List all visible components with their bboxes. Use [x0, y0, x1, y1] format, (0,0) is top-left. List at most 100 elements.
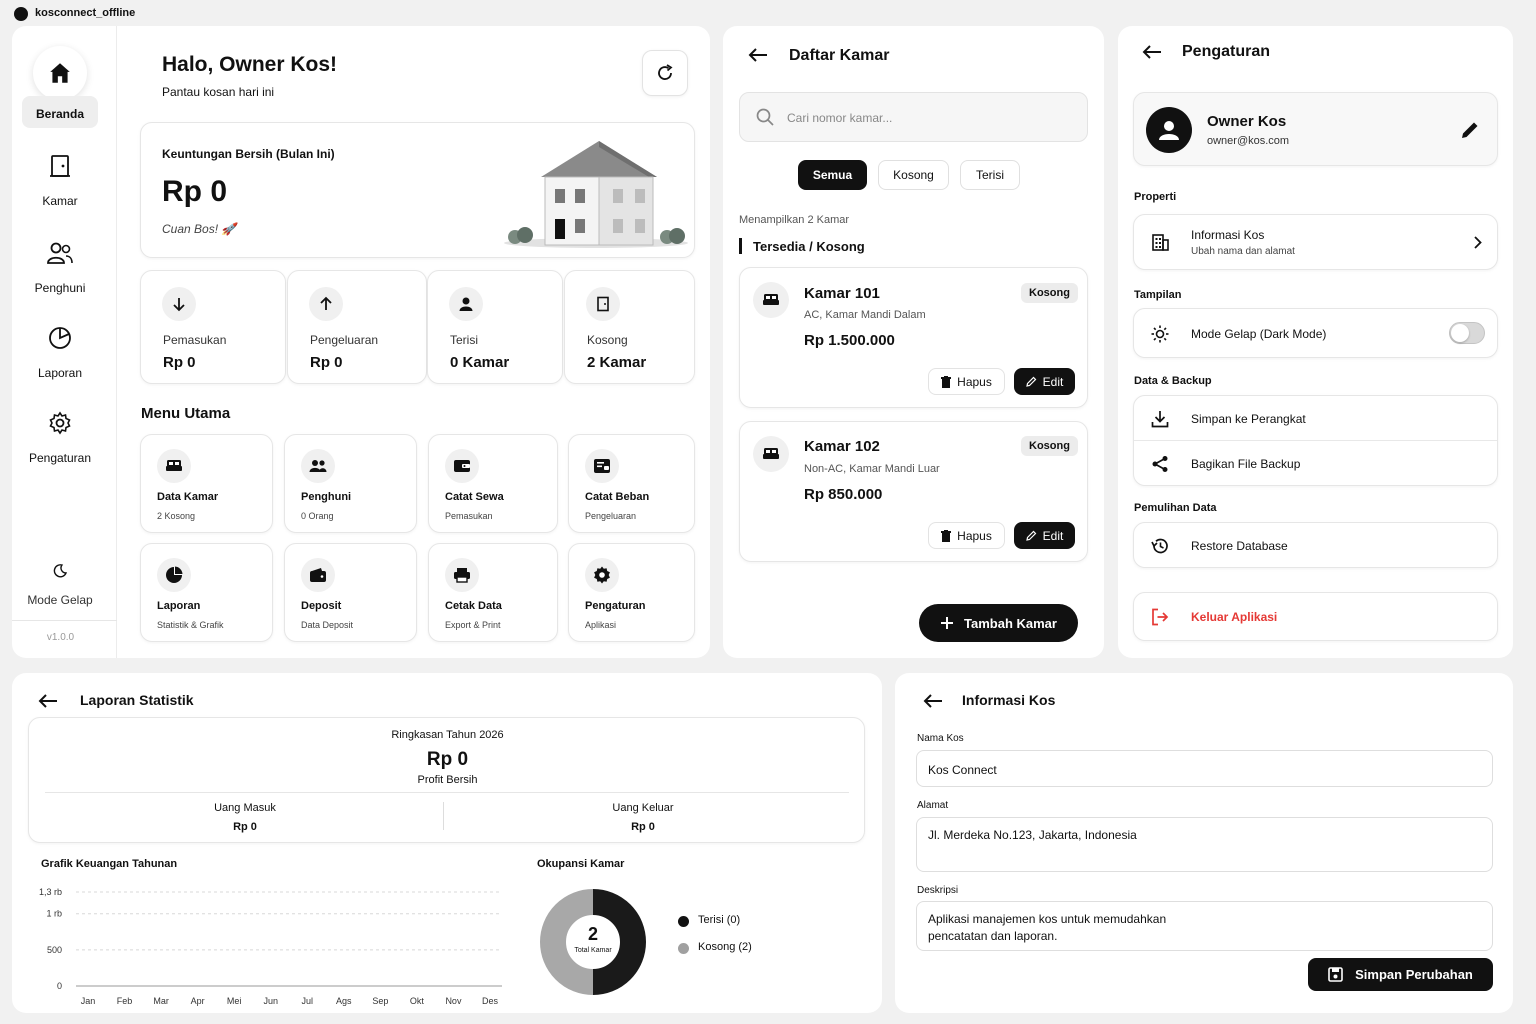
name-field[interactable]: Kos Connect: [916, 750, 1493, 787]
sidebar-item-laporan[interactable]: Laporan: [22, 326, 98, 382]
door-icon: [595, 296, 611, 312]
users-icon: [46, 241, 74, 265]
room-search-input[interactable]: Cari nomor kamar...: [739, 92, 1088, 142]
filter-terisi[interactable]: Terisi: [960, 160, 1020, 190]
menu-item-sub: Pengeluaran: [585, 511, 637, 521]
stat-label: Pengeluaran: [310, 333, 379, 347]
menu-catat-sewa[interactable]: Catat Sewa Pemasukan: [428, 434, 558, 533]
sidebar-item-pengaturan[interactable]: Pengaturan: [22, 411, 98, 467]
donut-center-value: 2: [587, 924, 598, 944]
sidebar-item-penghuni[interactable]: Penghuni: [22, 241, 98, 297]
pencil-icon: [1025, 530, 1037, 541]
money-in-value: Rp 0: [233, 821, 257, 833]
rooms-title: Daftar Kamar: [789, 47, 890, 64]
restore-item[interactable]: Restore Database: [1133, 522, 1498, 568]
menu-item-sub: Export & Print: [445, 620, 501, 630]
logout-item[interactable]: Keluar Aplikasi: [1133, 592, 1498, 641]
sidebar-item-label: Beranda: [35, 107, 85, 121]
x-tick-label: Jan: [81, 996, 96, 1006]
logout-icon: [1151, 608, 1169, 626]
back-arrow-icon[interactable]: [923, 693, 943, 709]
back-arrow-icon[interactable]: [1142, 44, 1162, 60]
menu-item-sub: Statistik & Grafik: [157, 620, 224, 630]
settings-panel: Pengaturan Owner Kos owner@kos.com Prope…: [1118, 26, 1513, 658]
delete-button[interactable]: Hapus: [928, 522, 1005, 549]
info-kos-sub: Ubah nama dan alamat: [1191, 246, 1295, 257]
person-icon: [458, 296, 474, 312]
menu-cetak-data[interactable]: Cetak Data Export & Print: [428, 543, 558, 642]
stat-label: Kosong: [587, 333, 628, 347]
stat-card-kosong: Kosong 2 Kamar: [564, 270, 695, 384]
edit-profile-icon[interactable]: [1460, 120, 1480, 140]
dark-mode-toggle[interactable]: Mode Gelap: [22, 564, 98, 608]
profit-label: Keuntungan Bersih (Bulan Ini): [162, 147, 335, 161]
back-arrow-icon[interactable]: [748, 47, 768, 63]
x-tick-label: Ags: [336, 996, 352, 1006]
add-room-button[interactable]: Tambah Kamar: [919, 604, 1078, 642]
back-arrow-icon[interactable]: [38, 693, 58, 709]
gear-icon: [593, 566, 611, 584]
delete-button[interactable]: Hapus: [928, 368, 1005, 395]
sidebar-item-beranda[interactable]: Beranda: [22, 46, 98, 128]
profile-name: Owner Kos: [1207, 113, 1287, 130]
edit-button[interactable]: Edit: [1014, 522, 1075, 549]
summary-card: Ringkasan Tahun 2026 Rp 0 Profit Bersih …: [28, 717, 865, 843]
stat-value: 0 Kamar: [450, 354, 510, 371]
share-backup-label: Bagikan File Backup: [1191, 457, 1301, 471]
app-name: kosconnect_offline: [35, 7, 136, 19]
refresh-button[interactable]: [642, 50, 688, 96]
y-tick-label: 0: [57, 981, 62, 991]
sun-icon: [1151, 325, 1169, 343]
menu-catat-beban[interactable]: Catat Beban Pengeluaran: [568, 434, 695, 533]
address-value: Jl. Merdeka No.123, Jakarta, Indonesia: [928, 828, 1137, 842]
dark-mode-switch[interactable]: [1449, 322, 1485, 344]
sidebar-item-kamar[interactable]: Kamar: [22, 154, 98, 210]
menu-item-title: Catat Sewa: [445, 491, 504, 503]
menu-item-sub: Aplikasi: [585, 620, 617, 630]
room-card[interactable]: Kamar 101 Kosong AC, Kamar Mandi Dalam R…: [739, 267, 1088, 408]
share-icon: [1151, 455, 1169, 473]
menu-item-title: Laporan: [157, 600, 201, 612]
sidebar-item-label: Penghuni: [34, 281, 86, 295]
desc-field[interactable]: Aplikasi manajemen kos untuk memudahkan …: [916, 901, 1493, 951]
section-backup: Data & Backup: [1134, 375, 1212, 387]
address-label: Alamat: [917, 800, 949, 811]
menu-pengaturan[interactable]: Pengaturan Aplikasi: [568, 543, 695, 642]
save-changes-button[interactable]: Simpan Perubahan: [1308, 958, 1493, 991]
sidebar-item-label: Laporan: [37, 366, 83, 380]
stat-label: Pemasukan: [163, 333, 227, 347]
x-tick-label: Jul: [302, 996, 314, 1006]
info-kos-panel: Informasi Kos Nama Kos Kos Connect Alama…: [895, 673, 1513, 1013]
address-field[interactable]: Jl. Merdeka No.123, Jakarta, Indonesia: [916, 817, 1493, 872]
dark-mode-item: Mode Gelap (Dark Mode): [1133, 308, 1498, 358]
edit-button[interactable]: Edit: [1014, 368, 1075, 395]
desc-value-line: pencatatan dan laporan.: [928, 929, 1058, 943]
menu-data-kamar[interactable]: Data Kamar 2 Kosong: [140, 434, 273, 533]
logout-label: Keluar Aplikasi: [1191, 610, 1278, 624]
money-in-label: Uang Masuk: [214, 802, 276, 814]
menu-item-title: Pengaturan: [585, 600, 646, 612]
x-tick-label: Nov: [445, 996, 462, 1006]
donut-center-label: Total Kamar: [574, 947, 612, 954]
legend-label: Kosong (2): [698, 941, 752, 953]
restore-history-icon: [1151, 537, 1169, 555]
save-device-item[interactable]: Simpan ke Perangkat: [1134, 396, 1497, 441]
gear-icon: [48, 411, 72, 435]
bed-icon: [165, 458, 183, 474]
stat-card-pemasukan: Pemasukan Rp 0: [140, 270, 286, 384]
filter-kosong[interactable]: Kosong: [878, 160, 949, 190]
share-backup-item[interactable]: Bagikan File Backup: [1134, 441, 1497, 486]
menu-laporan[interactable]: Laporan Statistik & Grafik: [140, 543, 273, 642]
filter-semua[interactable]: Semua: [798, 160, 867, 190]
money-out-value: Rp 0: [631, 821, 655, 833]
backup-group: Simpan ke Perangkat Bagikan File Backup: [1133, 395, 1498, 486]
settings-title: Pengaturan: [1182, 43, 1271, 60]
info-kos-item[interactable]: Informasi Kos Ubah nama dan alamat: [1133, 214, 1498, 270]
menu-deposit[interactable]: Deposit Data Deposit: [284, 543, 417, 642]
room-card[interactable]: Kamar 102 Kosong Non-AC, Kamar Mandi Lua…: [739, 421, 1088, 562]
printer-icon: [453, 567, 471, 583]
profit-value: Rp 0: [426, 749, 469, 770]
money-out-label: Uang Keluar: [612, 802, 674, 814]
stat-card-pengeluaran: Pengeluaran Rp 0: [287, 270, 427, 384]
menu-penghuni[interactable]: Penghuni 0 Orang: [284, 434, 417, 533]
